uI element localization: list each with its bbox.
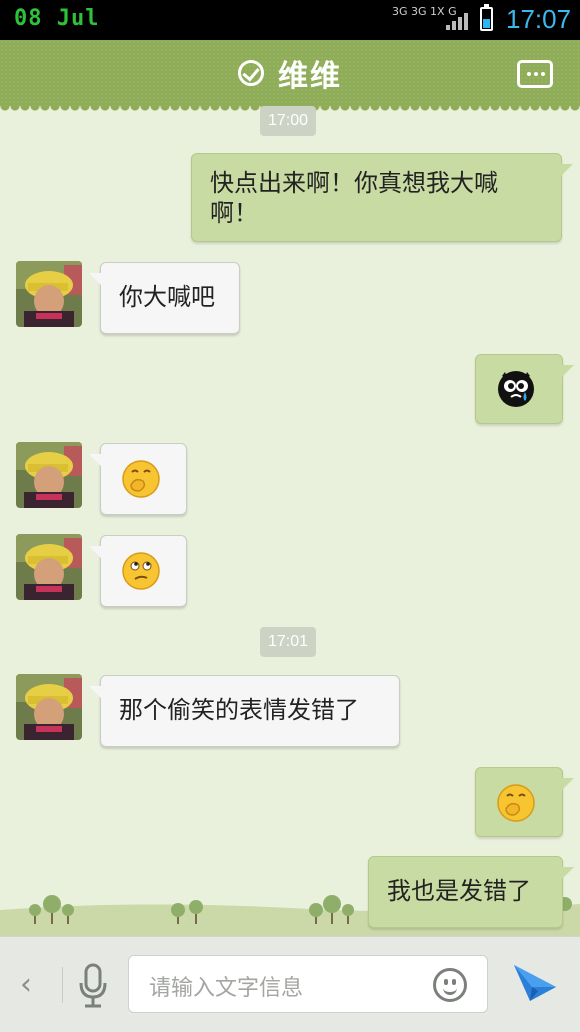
signal-bars-icon: [446, 10, 470, 30]
status-date: 08 Jul: [14, 6, 100, 31]
chevron-left-icon[interactable]: ‹: [20, 967, 32, 1002]
message-bubble-sent[interactable]: 快点出来啊！你真想我大喊啊！: [191, 153, 573, 242]
message-text: 快点出来啊！你真想我大喊啊！: [210, 169, 498, 227]
message-bubble-sent[interactable]: 我也是发错了: [368, 856, 574, 928]
snicker-emoji: [122, 460, 160, 498]
avatar[interactable]: [16, 442, 82, 508]
message-text: 你大喊吧: [119, 283, 215, 311]
message-bubble-received[interactable]: [89, 535, 187, 607]
check-circle-icon: [238, 60, 264, 86]
contact-name: 维维: [278, 59, 342, 94]
divider: [62, 967, 63, 1003]
message-bubble-sent[interactable]: [475, 767, 574, 837]
input-bar: ‹ 请输入文字信息: [0, 936, 580, 1032]
message-text: 那个偷笑的表情发错了: [119, 696, 359, 724]
chat-area[interactable]: 17:00 快点出来啊！你真想我大喊啊！ 你大喊吧 17:01 那个偷笑的表情发…: [0, 106, 580, 936]
title-bar: 维维: [0, 40, 580, 112]
title-group: 维维: [238, 56, 342, 94]
avatar[interactable]: [16, 534, 82, 600]
snicker-emoji: [497, 784, 535, 822]
message-bubble-received[interactable]: 那个偷笑的表情发错了: [89, 675, 400, 747]
status-time: 17:07: [506, 4, 572, 34]
microphone-icon[interactable]: [78, 963, 108, 1009]
crying-face-emoji: [498, 371, 534, 407]
input-placeholder: 请输入文字信息: [149, 976, 304, 1001]
smiley-icon[interactable]: [433, 968, 467, 1002]
status-bar: 08 Jul 3G 3G 1X G 17:07: [0, 0, 580, 40]
message-bubble-sent[interactable]: [475, 354, 574, 424]
avatar[interactable]: [16, 674, 82, 740]
message-input[interactable]: 请输入文字信息: [128, 955, 488, 1013]
more-button[interactable]: [517, 60, 553, 88]
message-bubble-received[interactable]: [89, 443, 187, 515]
message-bubble-received[interactable]: 你大喊吧: [89, 262, 240, 334]
battery-icon: [480, 4, 493, 31]
confused-emoji: [122, 552, 160, 590]
send-icon[interactable]: [512, 961, 558, 1005]
timestamp-pill: 17:01: [260, 627, 317, 657]
message-text: 我也是发错了: [387, 877, 531, 905]
timestamp-pill: 17:00: [260, 106, 317, 136]
avatar[interactable]: [16, 261, 82, 327]
